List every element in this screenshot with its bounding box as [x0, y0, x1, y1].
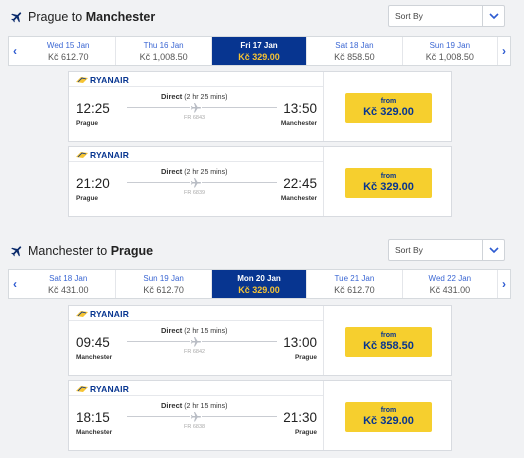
departure-city: Prague: [76, 120, 99, 127]
arrival-time: 13:50: [283, 101, 317, 116]
plane-icon: [190, 101, 202, 113]
date-option-selected[interactable]: Mon 20 Jan Kč 329.00: [211, 270, 308, 298]
return-section: Manchester to Prague Sort By ‹ Sat 18 Ja…: [0, 234, 524, 458]
departure-time: 09:45: [76, 335, 110, 350]
date-option-selected[interactable]: Fri 17 Jan Kč 329.00: [211, 37, 308, 65]
ryanair-harp-icon: [76, 311, 88, 317]
plane-icon: [10, 244, 24, 258]
arrival-city: Manchester: [280, 195, 317, 202]
flight-direct-label: Direct (2 hr 15 mins): [161, 401, 228, 410]
sort-label: Sort By: [395, 11, 423, 21]
date-strip: ‹ Sat 18 Jan Kč 431.00 Sun 19 Jan Kč 612.7…: [8, 269, 511, 299]
airline-logo: RYANAIR: [76, 384, 129, 394]
flight-details: RYANAIR Direct (2 hr 25 mins) 21:20 Prag…: [69, 147, 324, 216]
plane-icon: [190, 335, 202, 347]
date-option[interactable]: Sat 18 Jan Kč 431.00: [21, 270, 117, 298]
flight-details: RYANAIR Direct (2 hr 15 mins) 09:45 Manc…: [69, 306, 324, 375]
chevron-right-icon[interactable]: ›: [498, 270, 510, 298]
airline-logo: RYANAIR: [76, 75, 129, 85]
chevron-left-icon[interactable]: ‹: [9, 37, 21, 65]
date-option[interactable]: Wed 22 Jan Kč 431.00: [403, 270, 499, 298]
select-price-button[interactable]: from Kč 329.00: [345, 93, 432, 123]
sort-label: Sort By: [395, 245, 423, 255]
divider: [69, 86, 323, 87]
flight-card[interactable]: RYANAIR Direct (2 hr 25 mins) 12:25 Prag…: [68, 71, 452, 142]
flight-number: FR 6838: [184, 424, 206, 430]
flight-card[interactable]: RYANAIR Direct (2 hr 15 mins) 09:45 Manc…: [68, 305, 452, 376]
page-title: Manchester to Prague: [28, 244, 154, 258]
select-price-button[interactable]: from Kč 858.50: [345, 327, 432, 357]
airline-logo: RYANAIR: [76, 150, 129, 160]
chevron-left-icon[interactable]: ‹: [9, 270, 21, 298]
flight-card[interactable]: RYANAIR Direct (2 hr 15 mins) 18:15 Manc…: [68, 380, 452, 451]
route-line: [127, 182, 277, 183]
arrival-time: 22:45: [283, 176, 317, 191]
plane-icon: [190, 176, 202, 188]
flight-number: FR 6839: [184, 190, 206, 196]
arrival-time: 13:00: [283, 335, 317, 350]
departure-time: 21:20: [76, 176, 110, 191]
flight-direct-label: Direct (2 hr 15 mins): [161, 326, 228, 335]
outbound-header: Prague to Manchester: [10, 6, 155, 28]
arrival-time: 21:30: [283, 410, 317, 425]
chevron-right-icon[interactable]: ›: [498, 37, 510, 65]
date-option[interactable]: Sun 19 Jan Kč 612.70: [116, 270, 212, 298]
select-price-button[interactable]: from Kč 329.00: [345, 168, 432, 198]
sort-select[interactable]: Sort By: [388, 239, 505, 261]
divider: [69, 161, 323, 162]
route-line: [127, 416, 277, 417]
date-option[interactable]: Thu 16 Jan Kč 1,008.50: [116, 37, 212, 65]
arrival-city: Prague: [294, 429, 317, 436]
flight-direct-label: Direct (2 hr 25 mins): [161, 92, 228, 101]
sort-select[interactable]: Sort By: [388, 5, 505, 27]
ryanair-harp-icon: [76, 152, 88, 158]
chevron-down-icon[interactable]: [482, 6, 504, 26]
chevron-down-icon[interactable]: [482, 240, 504, 260]
departure-time: 18:15: [76, 410, 110, 425]
flight-direct-label: Direct (2 hr 25 mins): [161, 167, 228, 176]
arrival-city: Prague: [294, 354, 317, 361]
date-strip: ‹ Wed 15 Jan Kč 612.70 Thu 16 Jan Kč 1,008…: [8, 36, 511, 66]
arrival-city: Manchester: [280, 120, 317, 127]
flight-details: RYANAIR Direct (2 hr 25 mins) 12:25 Prag…: [69, 72, 324, 141]
departure-city: Manchester: [76, 354, 113, 361]
return-header: Manchester to Prague: [10, 240, 153, 262]
departure-city: Prague: [76, 195, 99, 202]
page-title: Prague to Manchester: [28, 10, 156, 24]
flight-number: FR 6842: [184, 349, 206, 355]
plane-icon: [190, 410, 202, 422]
plane-icon: [10, 10, 24, 24]
flight-number: FR 6843: [184, 115, 206, 121]
date-option[interactable]: Sun 19 Jan Kč 1,008.50: [403, 37, 499, 65]
ryanair-harp-icon: [76, 386, 88, 392]
route-line: [127, 341, 277, 342]
ryanair-harp-icon: [76, 77, 88, 83]
select-price-button[interactable]: from Kč 329.00: [345, 402, 432, 432]
date-option[interactable]: Wed 15 Jan Kč 612.70: [21, 37, 117, 65]
airline-logo: RYANAIR: [76, 309, 129, 319]
route-line: [127, 107, 277, 108]
date-option[interactable]: Sat 18 Jan Kč 858.50: [307, 37, 403, 65]
outbound-section: Prague to Manchester Sort By ‹ Wed 15 Ja…: [0, 0, 524, 230]
divider: [69, 395, 323, 396]
date-option[interactable]: Tue 21 Jan Kč 612.70: [307, 270, 403, 298]
departure-time: 12:25: [76, 101, 110, 116]
departure-city: Manchester: [76, 429, 113, 436]
divider: [69, 320, 323, 321]
flight-card[interactable]: RYANAIR Direct (2 hr 25 mins) 21:20 Prag…: [68, 146, 452, 217]
flight-details: RYANAIR Direct (2 hr 15 mins) 18:15 Manc…: [69, 381, 324, 450]
